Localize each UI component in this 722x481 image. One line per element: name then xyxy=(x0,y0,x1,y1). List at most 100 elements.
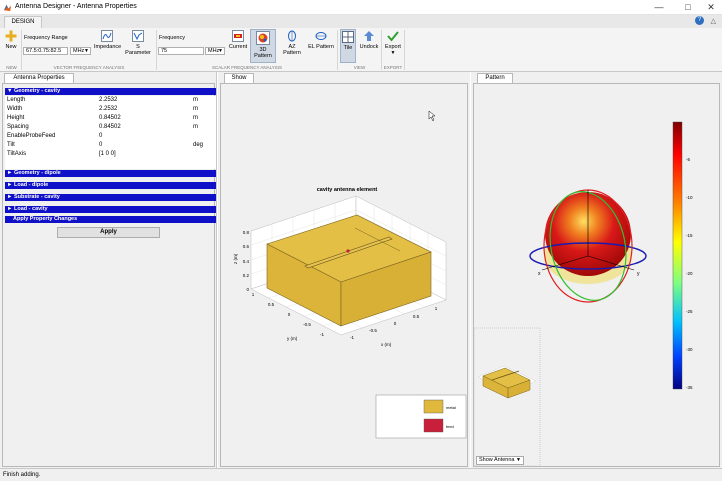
section-load-dipole[interactable]: ► Load - dipole xyxy=(5,182,216,189)
frequency-range-input[interactable]: 67.5:0.75:82.5 xyxy=(23,47,68,55)
section-geometry-cavity-label: Geometry - cavity xyxy=(13,88,61,94)
legend-feed-label: feed xyxy=(446,424,454,429)
z-axis-label: z (m) xyxy=(233,253,238,264)
colorbar-tick: -10 xyxy=(686,195,693,200)
mouse-cursor-icon xyxy=(428,110,436,122)
export-button[interactable]: Export ▼ xyxy=(384,30,402,56)
property-table: Length 2.2532 m Width 2.2532 m Height 0.… xyxy=(5,96,216,169)
frequency-unit-dropdown[interactable]: MHz ▼ xyxy=(205,47,225,55)
property-unit: m xyxy=(193,124,198,130)
undock-label: Undock xyxy=(359,44,379,50)
z-tick: 0.2 xyxy=(243,273,250,278)
new-button[interactable]: New xyxy=(3,30,19,50)
property-value[interactable]: 0.84502 xyxy=(99,123,121,132)
property-row[interactable]: Tilt 0 deg xyxy=(5,141,216,150)
maximize-button[interactable]: □ xyxy=(677,0,699,15)
sparameter-button[interactable]: S Parameter xyxy=(123,30,153,56)
z-tick: 0.4 xyxy=(243,259,250,264)
el-pattern-button[interactable]: EL Pattern xyxy=(308,30,334,50)
z-tick: 0 xyxy=(246,287,249,292)
tile-button[interactable]: Tile xyxy=(340,29,356,63)
antenna-3d-plot: cavity antenna element 0 0.2 0.4 0.6 0.8… xyxy=(233,110,467,439)
section-geometry-cavity[interactable]: ▼ Geometry - cavity xyxy=(5,88,216,95)
section-load-dipole-label: Load - dipole xyxy=(13,182,49,188)
frequency-input[interactable]: 75 xyxy=(158,47,204,55)
show-antenna-dropdown[interactable]: Show Antenna ▼ xyxy=(476,456,524,465)
section-substrate-cavity-label: Substrate - cavity xyxy=(13,194,60,200)
property-value[interactable]: [1 0 0] xyxy=(99,150,116,159)
tab-design[interactable]: DESIGN xyxy=(4,16,42,28)
property-row[interactable]: Length 2.2532 m xyxy=(5,96,216,105)
properties-inspector: ▼ Geometry - cavity Length 2.2532 m Widt… xyxy=(2,83,216,467)
property-unit: m xyxy=(193,115,198,121)
property-value[interactable]: 0 xyxy=(99,132,102,141)
tab-antenna-properties[interactable]: Antenna Properties xyxy=(4,73,74,83)
section-geometry-dipole-label: Geometry - dipole xyxy=(13,170,61,176)
property-value[interactable]: 0 xyxy=(99,141,102,150)
y-tick: 0.5 xyxy=(268,302,275,307)
property-row[interactable]: Height 0.84502 m xyxy=(5,114,216,123)
y-tick: -1 xyxy=(320,332,324,337)
colorbar-tick: -25 xyxy=(686,309,693,314)
frequency-range-unit-dropdown[interactable]: MHz ▼ xyxy=(70,47,91,55)
section-label-new: NEW xyxy=(6,65,17,70)
current-button[interactable]: Current xyxy=(228,30,248,50)
frequency-label: Frequency xyxy=(159,35,185,41)
show-figure-area: cavity antenna element 0 0.2 0.4 0.6 0.8… xyxy=(220,83,468,467)
property-value[interactable]: 2.2532 xyxy=(99,105,117,114)
new-icon xyxy=(5,30,17,42)
section-divider xyxy=(21,30,22,70)
x-axis-label: x (m) xyxy=(381,342,392,347)
el-pattern-icon xyxy=(315,32,327,40)
section-substrate-cavity[interactable]: ► Substrate - cavity xyxy=(5,194,216,201)
close-button[interactable]: ✕ xyxy=(700,0,722,15)
show-panel: Show cavity antenna element 0 0.2 0.4 0.… xyxy=(218,72,470,468)
property-unit: m xyxy=(193,106,198,112)
property-row[interactable]: TiltAxis [1 0 0] xyxy=(5,150,216,159)
chevron-down-icon: ▼ xyxy=(84,48,89,54)
section-load-cavity[interactable]: ► Load - cavity xyxy=(5,206,216,213)
colorbar-tick: -20 xyxy=(686,271,693,276)
property-unit: deg xyxy=(193,142,204,148)
section-geometry-dipole[interactable]: ► Geometry - dipole xyxy=(5,170,216,177)
show-antenna-dropdown-value: Show Antenna xyxy=(479,457,515,463)
x-axis-label: x xyxy=(538,271,541,277)
status-bar: Finish adding. xyxy=(0,468,722,481)
current-icon xyxy=(232,30,244,42)
impedance-button[interactable]: Impedance xyxy=(94,30,121,50)
tab-pattern[interactable]: Pattern xyxy=(477,73,513,83)
el-pattern-label: EL Pattern xyxy=(308,44,334,50)
apply-button[interactable]: Apply xyxy=(57,227,160,238)
section-label-vector: VECTOR FREQUENCY ANALYSIS xyxy=(53,65,125,70)
section-divider xyxy=(156,30,157,70)
minimize-button[interactable]: — xyxy=(648,0,670,15)
plot-title: cavity antenna element xyxy=(317,187,378,193)
property-value[interactable]: 0.84502 xyxy=(99,114,121,123)
tab-show[interactable]: Show xyxy=(224,73,254,83)
az-pattern-button[interactable]: AZ Pattern xyxy=(279,30,305,56)
pattern3d-button[interactable]: 3D Pattern xyxy=(250,29,276,63)
legend-box xyxy=(375,394,467,439)
colorbar-tick: -35 xyxy=(686,385,693,390)
title-bar: Antenna Designer - Antenna Properties — … xyxy=(0,0,722,15)
y-tick: 1 xyxy=(252,292,255,297)
legend-metal-swatch xyxy=(423,399,444,414)
toolstrip: New Frequency Range 67.5:0.75:82.5 MHz ▼ … xyxy=(0,28,722,72)
property-row[interactable]: Width 2.2532 m xyxy=(5,105,216,114)
toolstrip-tabs: DESIGN ? △ xyxy=(0,15,722,28)
current-label: Current xyxy=(228,44,248,50)
property-value[interactable]: 2.2532 xyxy=(99,96,117,105)
collapse-toolstrip-icon[interactable]: △ xyxy=(711,17,716,25)
property-unit: m xyxy=(193,97,198,103)
z-tick: 0.6 xyxy=(243,244,250,249)
property-row[interactable]: EnableProbeFeed 0 xyxy=(5,132,216,141)
colorbar-tick: -30 xyxy=(686,347,693,352)
property-row[interactable]: Spacing 0.84502 m xyxy=(5,123,216,132)
colorbar-ticks: -5 -10 -15 -20 -25 -30 -35 xyxy=(686,157,693,390)
matlab-app-icon xyxy=(3,4,12,12)
frequency-range-label: Frequency Range xyxy=(24,35,68,41)
undock-button[interactable]: Undock xyxy=(359,30,379,50)
undock-icon xyxy=(364,31,374,41)
colorbar-tick: -15 xyxy=(686,233,693,238)
help-icon[interactable]: ? xyxy=(695,16,704,25)
